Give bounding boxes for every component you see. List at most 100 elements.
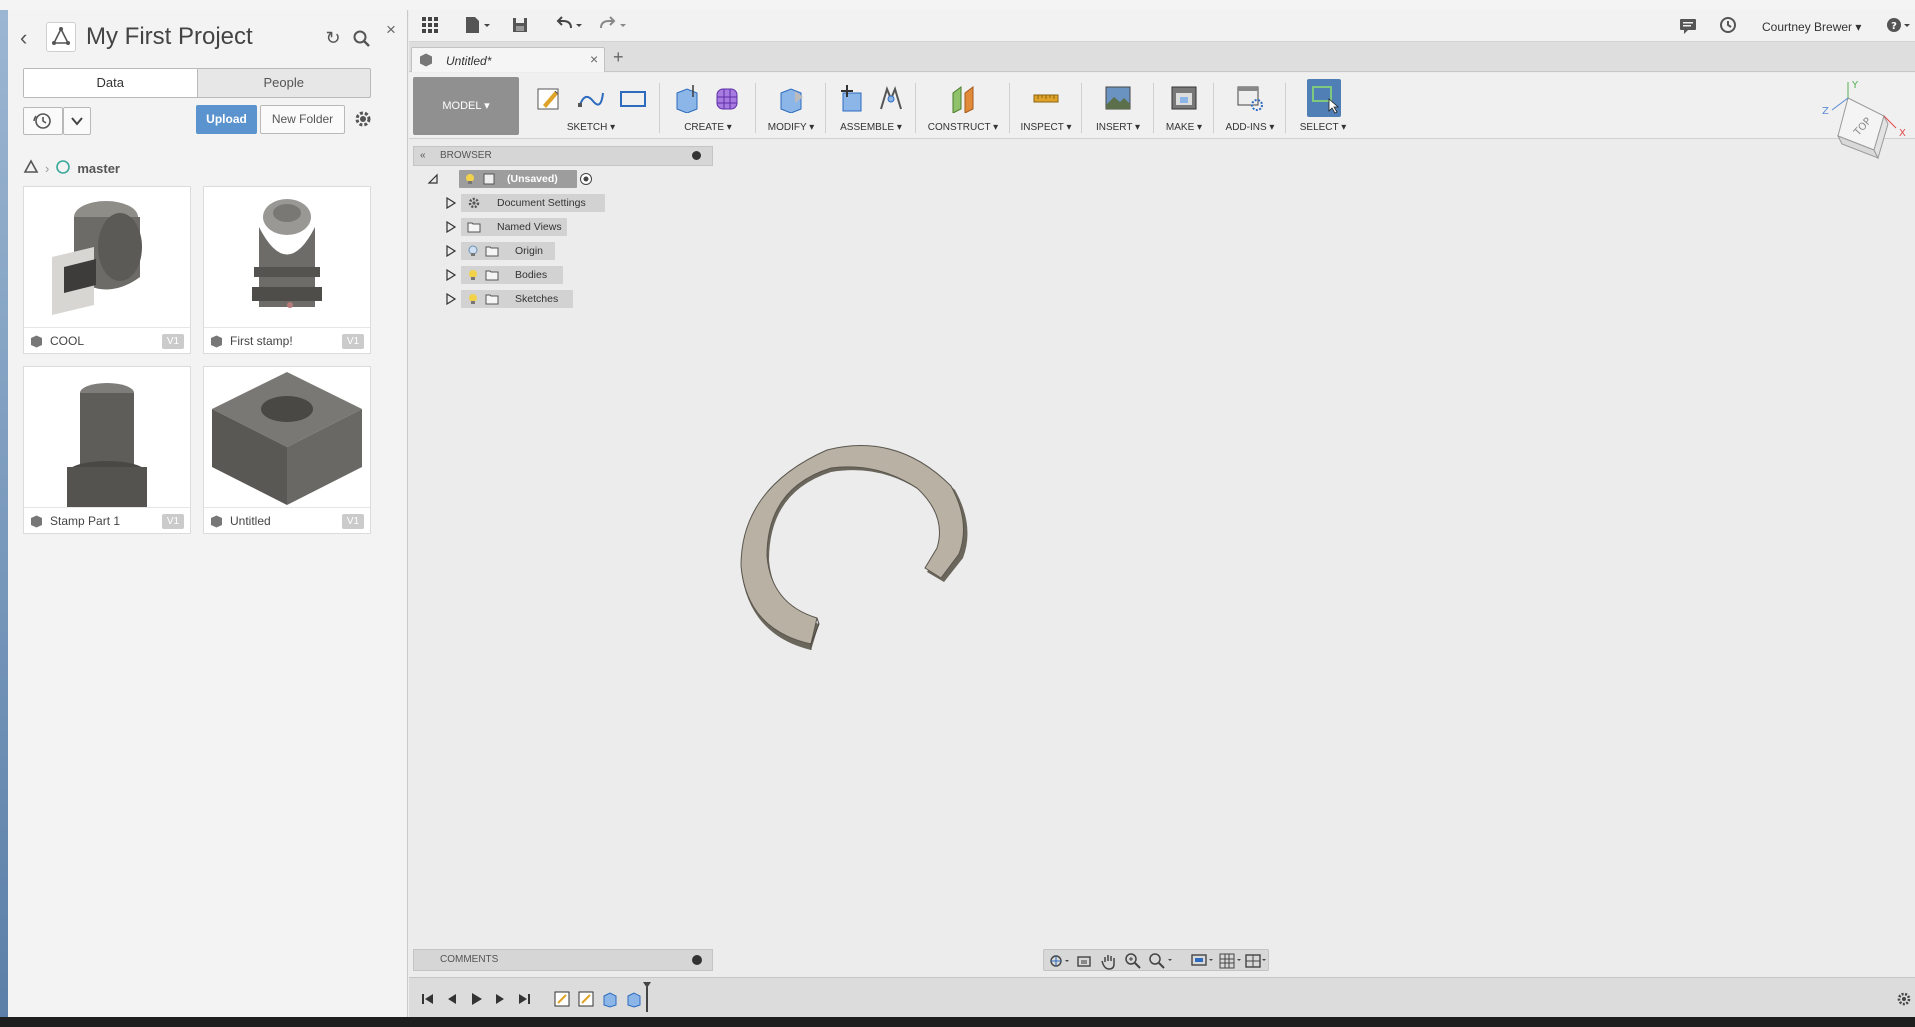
zoom-icon[interactable] [1124, 952, 1142, 973]
tab-people[interactable]: People [198, 69, 371, 97]
comments-panel-header[interactable]: COMMENTS [413, 949, 713, 971]
measure-icon[interactable] [1032, 83, 1060, 113]
project-hub-icon[interactable] [46, 22, 76, 52]
close-panel-icon[interactable]: × [386, 20, 402, 39]
browser-root-node[interactable]: (Unsaved) [427, 170, 592, 188]
rectangle-icon[interactable] [619, 83, 647, 113]
lightbulb-icon[interactable] [467, 293, 479, 308]
timeline-marker[interactable] [643, 982, 651, 1012]
notifications-icon[interactable] [1677, 14, 1699, 38]
orbit-icon[interactable] [1048, 953, 1072, 972]
viewports-icon[interactable] [1244, 952, 1268, 973]
browser-panel-header[interactable]: « BROWSER [413, 146, 713, 166]
sketch-group[interactable]: SKETCH ▾ [527, 77, 655, 135]
chevron-down-icon[interactable] [63, 107, 91, 135]
lightbulb-off-icon[interactable] [467, 245, 479, 260]
extrude-icon[interactable] [673, 83, 701, 114]
browser-node-named-views[interactable]: Named Views [445, 218, 575, 236]
create-group[interactable]: CREATE ▾ [665, 77, 751, 135]
document-tab[interactable]: Untitled* × [411, 47, 605, 72]
back-button[interactable]: ‹ [20, 26, 40, 50]
search-icon[interactable] [351, 28, 373, 50]
lightbulb-icon[interactable] [467, 269, 479, 284]
lightbulb-icon[interactable] [464, 173, 476, 188]
go-to-start-icon[interactable] [419, 990, 437, 1008]
gear-icon[interactable] [352, 108, 374, 130]
expand-triangle-icon[interactable] [445, 220, 457, 234]
go-to-end-icon[interactable] [515, 990, 533, 1008]
collapse-panel-icon[interactable]: « [420, 150, 426, 161]
fit-icon[interactable] [1148, 952, 1176, 973]
browser-node-origin[interactable]: Origin [445, 242, 555, 260]
new-folder-button[interactable]: New Folder [260, 105, 345, 134]
refresh-icon[interactable]: ↻ [322, 28, 344, 50]
add-ins-group[interactable]: ADD-INS ▾ [1219, 77, 1281, 135]
hub-icon[interactable] [23, 158, 39, 178]
joint-icon[interactable] [877, 83, 905, 113]
expand-triangle-icon[interactable] [445, 244, 457, 258]
redo-icon[interactable] [597, 14, 629, 38]
inspect-group[interactable]: INSPECT ▾ [1015, 77, 1077, 135]
3d-print-icon[interactable] [1170, 83, 1198, 113]
timeline-sketch-icon[interactable] [553, 990, 571, 1008]
timeline-settings-icon[interactable] [1895, 990, 1913, 1011]
tab-data[interactable]: Data [24, 69, 198, 97]
select-icon[interactable] [1307, 79, 1341, 117]
timeline-extrude-icon[interactable] [625, 990, 643, 1008]
new-tab-icon[interactable]: + [613, 47, 624, 67]
undo-icon[interactable] [553, 14, 585, 38]
breadcrumb-label[interactable]: master [77, 161, 120, 176]
upload-button[interactable]: Upload [196, 105, 257, 134]
step-back-icon[interactable] [443, 990, 461, 1008]
make-group[interactable]: MAKE ▾ [1159, 77, 1209, 135]
press-pull-icon[interactable] [777, 83, 805, 114]
insert-group[interactable]: INSERT ▾ [1087, 77, 1149, 135]
create-sketch-icon[interactable] [535, 83, 563, 113]
step-forward-icon[interactable] [491, 990, 509, 1008]
design-card[interactable]: Stamp Part 1 V1 [23, 366, 191, 534]
assemble-group[interactable]: ASSEMBLE ▾ [831, 77, 911, 135]
browser-node-document-settings[interactable]: Document Settings [445, 194, 605, 212]
file-menu-icon[interactable] [461, 14, 491, 38]
help-icon[interactable]: ? [1883, 14, 1913, 38]
construct-group[interactable]: CONSTRUCT ▾ [921, 77, 1005, 135]
user-menu[interactable]: Courtney Brewer ▾ [1762, 20, 1861, 34]
collapse-triangle-icon[interactable] [427, 173, 439, 185]
form-icon[interactable] [713, 83, 741, 113]
offset-plane-icon[interactable] [949, 83, 977, 114]
expand-triangle-icon[interactable] [445, 268, 457, 282]
design-card[interactable]: First stamp! V1 [203, 186, 371, 354]
timeline-sketch-icon[interactable] [577, 990, 595, 1008]
add-comment-icon[interactable] [692, 955, 702, 965]
look-at-icon[interactable] [1076, 953, 1094, 972]
design-card[interactable]: COOL V1 [23, 186, 191, 354]
pin-icon[interactable] [692, 151, 701, 160]
browser-node-bodies[interactable]: Bodies [445, 266, 563, 284]
view-cube[interactable]: TOP Y Z X [1804, 80, 1914, 185]
design-card[interactable]: Untitled V1 [203, 366, 371, 534]
pan-icon[interactable] [1100, 952, 1118, 973]
browser-node-sketches[interactable]: Sketches [445, 290, 573, 308]
comments-title: COMMENTS [440, 954, 499, 965]
apps-grid-icon[interactable] [419, 14, 441, 38]
display-settings-icon[interactable] [1190, 952, 1216, 973]
grid-settings-icon[interactable] [1218, 952, 1244, 973]
spline-icon[interactable] [577, 83, 605, 113]
scripts-icon[interactable] [1236, 83, 1264, 113]
job-status-icon[interactable] [1717, 14, 1739, 38]
new-component-icon[interactable] [837, 83, 865, 113]
play-icon[interactable] [467, 990, 485, 1008]
activate-radio-icon[interactable] [579, 172, 593, 189]
close-tab-icon[interactable]: × [590, 51, 598, 67]
timeline-extrude-icon[interactable] [601, 990, 619, 1008]
expand-triangle-icon[interactable] [445, 292, 457, 306]
workspace-switcher[interactable]: MODEL ▾ [413, 77, 519, 135]
modify-group[interactable]: MODIFY ▾ [761, 77, 821, 135]
expand-triangle-icon[interactable] [445, 196, 457, 210]
version-history-button[interactable] [23, 107, 63, 135]
select-group[interactable]: SELECT ▾ [1291, 77, 1355, 135]
model-body[interactable] [719, 430, 979, 670]
insert-image-icon[interactable] [1104, 83, 1132, 113]
design-file-icon [210, 515, 223, 528]
save-icon[interactable] [509, 14, 531, 38]
